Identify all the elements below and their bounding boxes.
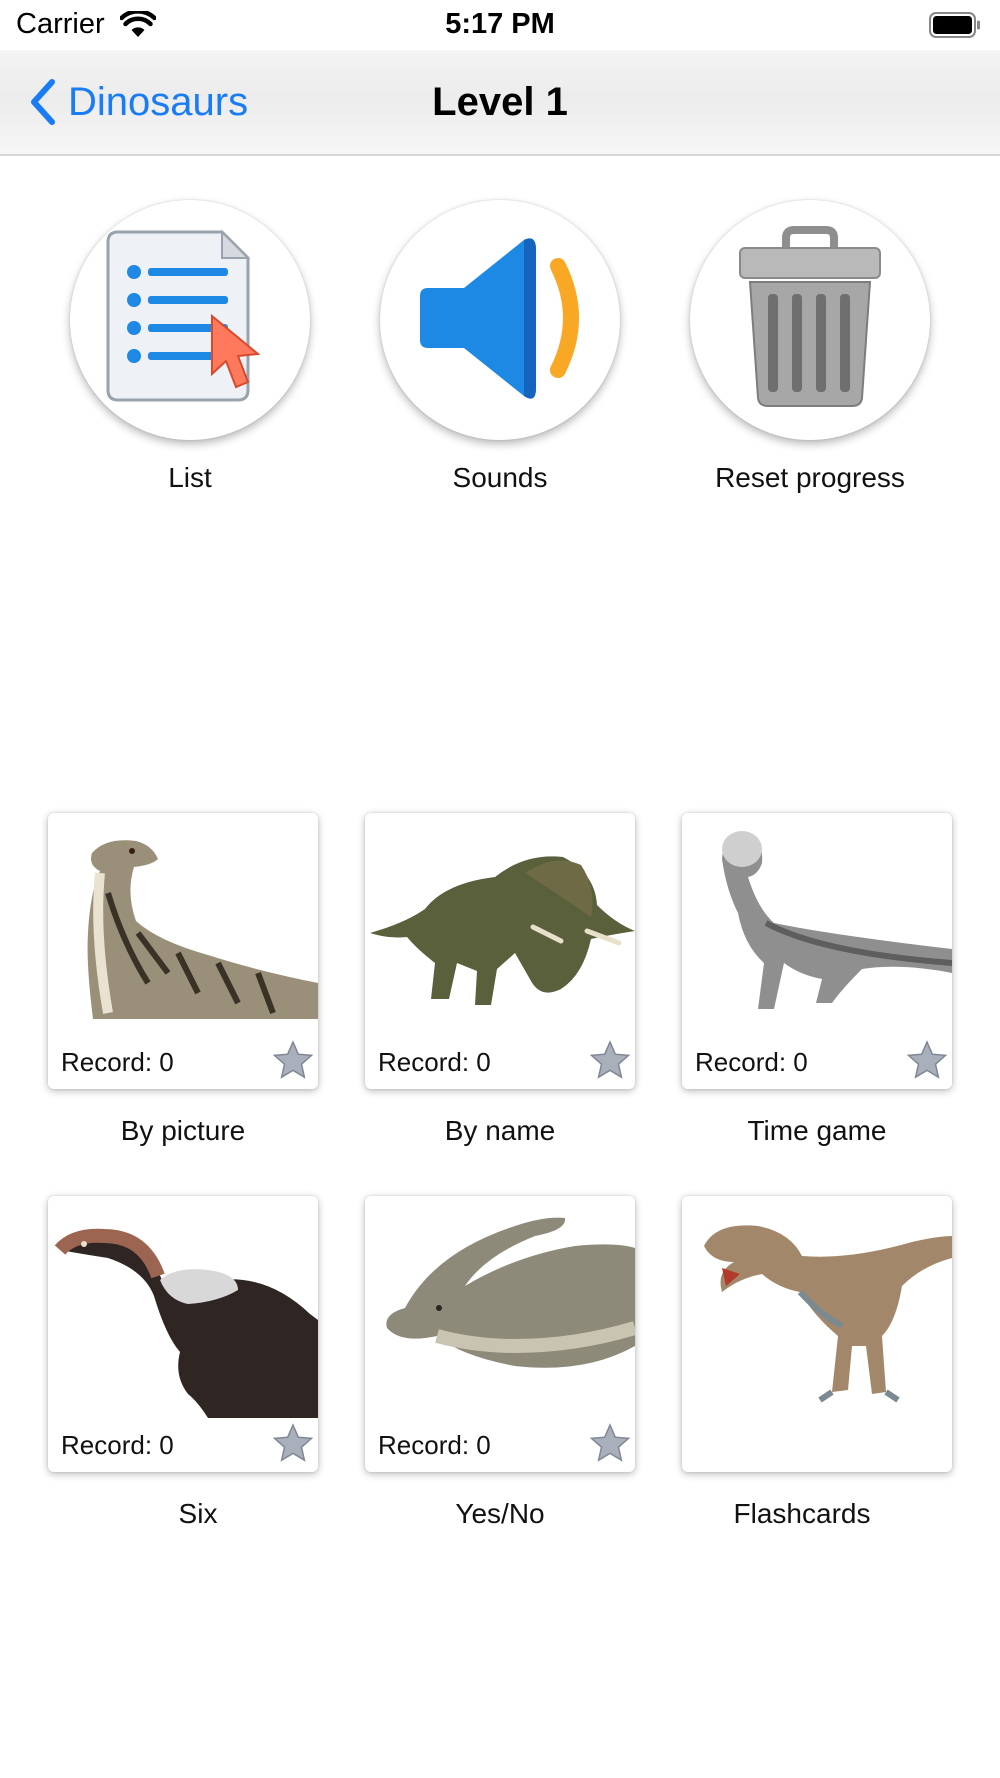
feathered-dinosaur-image [54,1228,318,1418]
game-by-picture[interactable]: Record: 0 By picture [48,813,318,1147]
game-label: Six [178,1498,218,1529]
game-six[interactable]: Record: 0 Six [48,1196,318,1530]
game-yes-no[interactable]: Record: 0 Yes/No [365,1196,635,1530]
parasaurolophus-image [386,1217,635,1368]
game-label: By name [444,1115,556,1146]
raptor-dinosaur-image [87,840,318,1019]
sounds-button-label: Sounds [452,462,548,493]
trash-can-icon [739,226,881,407]
theropod-dinosaur-image [704,1225,952,1403]
record-label: Record: 0 [61,1430,174,1460]
game-label: By picture [120,1115,246,1146]
reset-progress-button-label: Reset progress [715,462,905,493]
list-button-circle[interactable] [70,200,310,440]
star-icon [272,1423,314,1462]
page-title: Level 1 [432,80,568,124]
record-label: Record: 0 [378,1047,491,1077]
game-label: Yes/No [455,1498,545,1529]
status-time: 5:17 PM [445,8,555,40]
game-card[interactable]: Record: 0 [365,813,635,1089]
battery-icon [929,12,980,38]
triceratops-image [370,856,635,1005]
game-label: Time game [747,1115,887,1146]
list-button[interactable]: List [70,200,310,494]
pachycephalosaurus-image [722,831,952,1009]
status-bar: Carrier 5:17 PM [0,0,1000,50]
game-card[interactable]: Record: 0 [682,813,952,1089]
record-label: Record: 0 [378,1430,491,1460]
list-button-label: List [168,462,212,493]
navigation-bar: Dinosaurs Level 1 [0,50,1000,156]
game-label: Flashcards [733,1498,871,1529]
reset-progress-button-circle[interactable] [690,200,930,440]
record-label: Record: 0 [61,1047,174,1077]
reset-progress-button[interactable]: Reset progress [690,200,930,494]
speaker-icon [420,238,579,399]
game-by-name[interactable]: Record: 0 By name [365,813,635,1147]
list-document-icon [106,229,261,402]
game-card[interactable]: Record: 0 [48,1196,318,1472]
sounds-button-circle[interactable] [380,200,620,440]
game-card[interactable] [682,1196,952,1472]
star-icon [906,1040,948,1079]
star-icon [272,1040,314,1079]
star-icon [589,1423,631,1462]
game-card[interactable]: Record: 0 [48,813,318,1089]
sounds-button[interactable]: Sounds [380,200,620,494]
game-time-game[interactable]: Record: 0 Time game [682,813,952,1147]
star-icon [589,1040,631,1079]
game-flashcards[interactable]: Flashcards [682,1196,952,1530]
game-card[interactable]: Record: 0 [365,1196,635,1472]
record-label: Record: 0 [695,1047,808,1077]
